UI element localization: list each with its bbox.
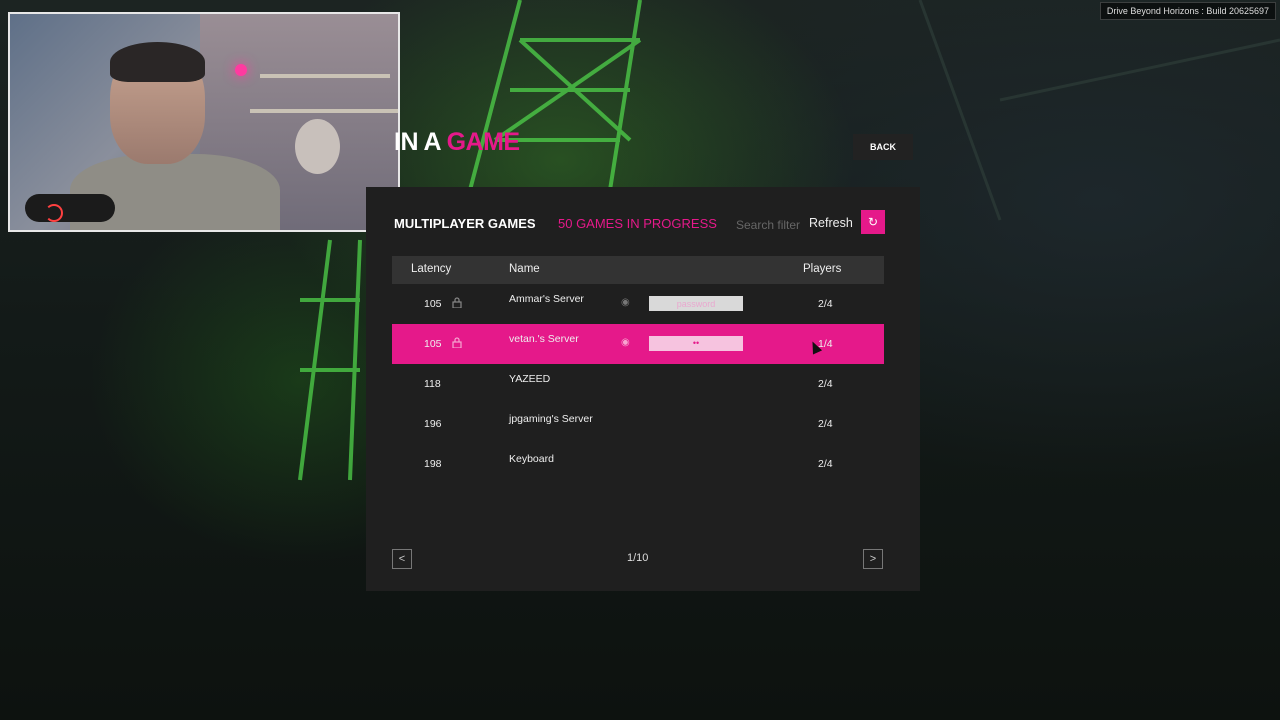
multiplayer-panel: MULTIPLAYER GAMES 50 GAMES IN PROGRESS R… [366, 187, 920, 591]
table-row[interactable]: 196 jpgaming's Server 2/4 [392, 404, 884, 444]
back-button[interactable]: BACK [853, 134, 913, 160]
page-title: IN A GAME [394, 128, 520, 157]
search-filter-input[interactable] [734, 214, 820, 236]
players-cell: 2/4 [818, 298, 833, 310]
table-row[interactable]: 198 Keyboard 2/4 [392, 444, 884, 484]
previous-page-button[interactable]: < [392, 549, 412, 569]
chevron-left-icon: < [398, 553, 406, 565]
server-name-cell: Keyboard [509, 453, 554, 465]
table-row[interactable]: 105 Ammar's Server ◉ 2/4 [392, 284, 884, 324]
name-header[interactable]: Name [509, 263, 540, 275]
server-table: Latency Name Players 105 Ammar's Server … [392, 256, 884, 484]
latency-cell: 118 [424, 378, 441, 390]
title-part-2: GAME [446, 128, 521, 156]
next-page-button[interactable]: > [863, 549, 883, 569]
refresh-button[interactable]: ↻ [861, 210, 885, 234]
latency-cell: 198 [424, 458, 442, 470]
multiplayer-games-label: MULTIPLAYER GAMES [394, 216, 536, 231]
table-row[interactable]: 118 YAZEED 2/4 [392, 364, 884, 404]
webcam-overlay [8, 12, 400, 232]
games-count-label: 50 GAMES IN PROGRESS [558, 216, 717, 231]
latency-header[interactable]: Latency [411, 263, 451, 275]
server-name-cell: jpgaming's Server [509, 413, 593, 425]
lock-icon [452, 297, 462, 308]
password-input[interactable]: •• [649, 336, 743, 351]
panel-header: MULTIPLAYER GAMES 50 GAMES IN PROGRESS R… [394, 210, 886, 236]
build-version-label: Drive Beyond Horizons : Build 20625697 [1099, 2, 1276, 20]
players-cell: 2/4 [818, 418, 833, 430]
table-header: Latency Name Players [392, 256, 884, 284]
neon-light [235, 64, 247, 76]
server-name-cell: YAZEED [509, 373, 551, 385]
refresh-label[interactable]: Refresh [809, 216, 853, 230]
chevron-right-icon: > [869, 553, 877, 565]
wall-sign [295, 119, 340, 174]
lock-icon [452, 337, 462, 348]
latency-cell: 105 [424, 338, 442, 350]
title-part-1: IN A [394, 128, 447, 156]
server-name-cell: vetan.'s Server [509, 333, 579, 345]
microphone [25, 194, 115, 222]
page-indicator: 1/10 [627, 552, 649, 564]
password-input[interactable] [649, 296, 743, 311]
eye-icon[interactable]: ◉ [621, 337, 630, 348]
players-header[interactable]: Players [803, 263, 841, 275]
players-cell: 2/4 [818, 378, 833, 390]
latency-cell: 105 [424, 298, 442, 310]
eye-icon[interactable]: ◉ [621, 297, 630, 308]
server-name-cell: Ammar's Server [509, 293, 584, 305]
latency-cell: 196 [424, 418, 442, 430]
players-cell: 2/4 [818, 458, 833, 470]
refresh-icon: ↻ [867, 215, 879, 229]
